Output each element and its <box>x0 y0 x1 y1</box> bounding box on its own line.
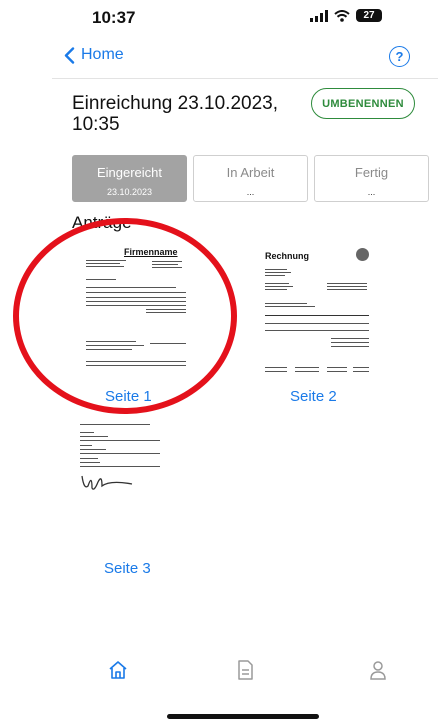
back-button[interactable]: Home <box>64 46 124 64</box>
page-title: Einreichung 23.10.2023, 10:35 <box>72 93 278 135</box>
page-label-1[interactable]: Seite 1 <box>105 388 152 405</box>
signature-icon <box>81 475 133 490</box>
signal-icon <box>310 9 328 22</box>
home-indicator <box>167 714 319 719</box>
rename-button[interactable]: UMBENENNEN <box>311 88 415 119</box>
tab-label: Eingereicht <box>96 165 163 180</box>
page-label-2[interactable]: Seite 2 <box>290 388 337 405</box>
tabbar-documents[interactable] <box>231 656 259 684</box>
status-time: 10:37 <box>92 8 136 27</box>
tab-sub: ... <box>367 187 376 197</box>
person-icon <box>370 661 386 680</box>
tab-label: Fertig <box>354 165 389 180</box>
tab-label: In Arbeit <box>226 165 275 180</box>
battery-icon: 27 <box>356 9 382 22</box>
tabbar-profile[interactable] <box>364 656 392 684</box>
tab-fertig[interactable]: Fertig ... <box>314 155 429 202</box>
document-icon <box>238 660 253 680</box>
tab-in-arbeit[interactable]: In Arbeit ... <box>193 155 308 202</box>
logo-icon <box>356 248 369 261</box>
doc-heading: Rechnung <box>265 251 309 261</box>
tab-sub: ... <box>246 187 255 197</box>
status-icons: 27 <box>310 9 382 22</box>
section-title: Anträge <box>72 213 132 232</box>
page-label-3[interactable]: Seite 3 <box>104 560 151 577</box>
page-thumbnail-3[interactable] <box>80 422 180 502</box>
back-label: Home <box>81 46 124 63</box>
tab-sub: 23.10.2023 <box>106 187 153 197</box>
header-divider <box>52 78 438 79</box>
page-thumbnail-2[interactable]: Rechnung <box>265 245 375 377</box>
page-thumbnail-1[interactable]: Firmenname <box>86 245 194 377</box>
tabbar-home[interactable] <box>104 656 132 684</box>
home-icon <box>109 661 127 679</box>
chevron-left-icon <box>64 46 75 64</box>
doc-heading: Firmenname <box>124 247 178 257</box>
wifi-icon <box>334 9 350 22</box>
tab-eingereicht[interactable]: Eingereicht 23.10.2023 <box>72 155 187 202</box>
help-icon[interactable]: ? <box>389 46 410 67</box>
